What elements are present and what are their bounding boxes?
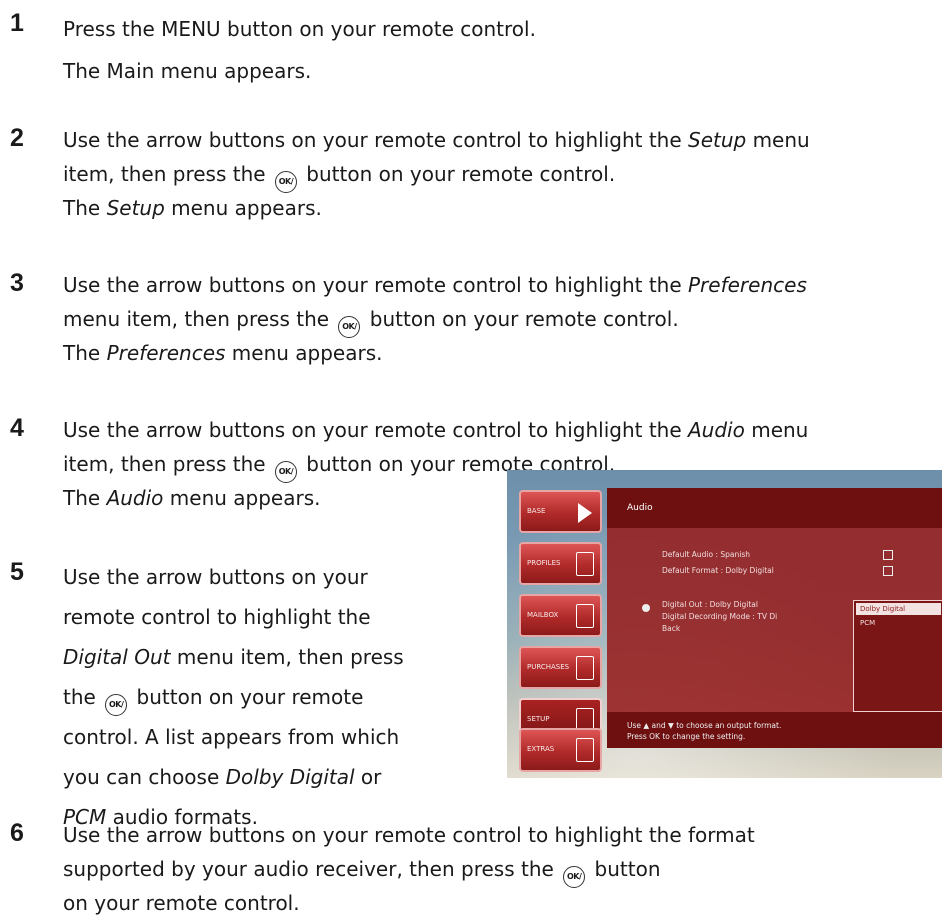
text-segment: Use the arrow buttons on your remote con… <box>63 418 688 442</box>
step-number: 3 <box>10 269 24 297</box>
menu-item-term: Setup <box>688 128 747 152</box>
step-number: 6 <box>10 819 24 847</box>
step-line: Digital Out menu item, then press <box>63 637 404 677</box>
text-segment: on your remote control. <box>63 891 300 915</box>
tv-option-decoding-mode: Digital Decording Mode : TV Di <box>662 612 778 621</box>
extras-icon <box>576 738 594 762</box>
step-line: Use the arrow buttons on your remote con… <box>63 413 808 447</box>
menu-item-term: Dolby Digital <box>225 765 355 789</box>
text-segment: Use the arrow buttons on your <box>63 565 368 589</box>
checkbox-icon <box>883 566 893 576</box>
text-segment: The <box>63 196 107 220</box>
tv-footer-line: Press OK to change the setting. <box>627 732 746 741</box>
selection-bullet-icon <box>642 604 650 612</box>
text-segment: supported by your audio receiver, then p… <box>63 857 561 881</box>
text-segment: button <box>588 857 661 881</box>
ok-button-icon: OK/ <box>563 866 586 888</box>
menu-item-term: Setup <box>106 196 165 220</box>
menu-item-term: Digital Out <box>63 645 171 669</box>
mailbox-icon <box>576 604 594 628</box>
step-number: 2 <box>10 124 24 152</box>
step-text: Use the arrow buttons on your remote cont… <box>63 557 404 837</box>
text-segment: menu item, then press the <box>63 307 336 331</box>
step-line: the OK/ button on your remote <box>63 677 404 717</box>
step-line: Press the MENU button on your remote con… <box>63 8 536 50</box>
tv-option-back: Back <box>662 624 681 633</box>
step-line: Use the arrow buttons on your remote con… <box>63 123 810 157</box>
text-segment: Use the arrow buttons on your remote con… <box>63 128 688 152</box>
text-segment: The <box>63 486 107 510</box>
tv-tile-base: BASE <box>519 490 602 533</box>
menu-item-term: Audio <box>688 418 745 442</box>
tv-option-default-format: Default Format : Dolby Digital <box>662 566 774 575</box>
text-segment: you can choose <box>63 765 226 789</box>
text-segment: The <box>63 341 107 365</box>
step-text: Use the arrow buttons on your remote con… <box>63 268 807 370</box>
text-segment: Use the arrow buttons on your remote con… <box>63 273 688 297</box>
profile-icon <box>576 552 594 576</box>
step-line: control. A list appears from which <box>63 717 404 757</box>
text-segment: menu appears. <box>163 486 321 510</box>
step-line: The Preferences menu appears. <box>63 336 807 370</box>
step-line: remote control to highlight the <box>63 597 404 637</box>
tv-tile-mailbox: MAILBOX <box>519 594 602 637</box>
text-segment: button on your remote control. <box>363 307 679 331</box>
step-text: Use the arrow buttons on your remote con… <box>63 123 810 225</box>
step-line: Use the arrow buttons on your remote con… <box>63 818 755 852</box>
checkbox-icon <box>883 550 893 560</box>
ok-button-icon: OK/ <box>338 316 361 338</box>
step-number: 5 <box>10 558 24 586</box>
step-line: item, then press the OK/ button on your … <box>63 157 810 193</box>
menu-item-term: Preferences <box>106 341 226 365</box>
tv-format-dropdown: Dolby Digital PCM <box>853 600 942 712</box>
text-segment: button on your remote <box>130 685 364 709</box>
text-segment: remote control to highlight the <box>63 605 371 629</box>
ok-button-icon: OK/ <box>105 694 128 716</box>
purchases-icon <box>576 656 594 680</box>
tv-tile-profiles: PROFILES <box>519 542 602 585</box>
text-segment: menu item, then press <box>170 645 404 669</box>
tv-menu-screenshot: BASE PROFILES MAILBOX PURCHASES SETUP EX… <box>507 470 942 778</box>
text-segment: Press the MENU button on your remote con… <box>63 17 536 41</box>
tv-tile-purchases: PURCHASES <box>519 646 602 689</box>
step-line: menu item, then press the OK/ button on … <box>63 302 807 338</box>
text-segment: button on your remote control. <box>299 162 616 186</box>
step-line: Use the arrow buttons on your remote con… <box>63 268 807 302</box>
text-segment: menu <box>746 128 810 152</box>
step-line: The Setup menu appears. <box>63 191 810 225</box>
step-line: you can choose Dolby Digital or <box>63 757 404 797</box>
step-text: Use the arrow buttons on your remote con… <box>63 818 755 920</box>
ok-button-icon: OK/ <box>274 461 297 483</box>
tv-tile-extras: EXTRAS <box>519 728 602 772</box>
step-line: Use the arrow buttons on your <box>63 557 404 597</box>
tv-footer-hint: Use ▲ and ▼ to choose an output format. … <box>607 712 942 748</box>
step-line: supported by your audio receiver, then p… <box>63 852 755 888</box>
tv-footer-line: Use ▲ and ▼ to choose an output format. <box>627 721 782 730</box>
step-number: 1 <box>10 9 24 37</box>
text-segment: item, then press the <box>63 162 272 186</box>
text-segment: item, then press the <box>63 452 272 476</box>
step-number: 4 <box>10 414 24 442</box>
tv-option-digital-out: Digital Out : Dolby Digital <box>662 600 758 609</box>
text-segment: or <box>354 765 382 789</box>
menu-item-term: Audio <box>106 486 164 510</box>
menu-item-term: Preferences <box>688 273 807 297</box>
text-segment: The Main menu appears. <box>63 59 312 83</box>
text-segment: control. A list appears from which <box>63 725 400 749</box>
step-line: on your remote control. <box>63 886 755 920</box>
arrow-right-icon <box>578 503 592 523</box>
ok-button-icon: OK/ <box>274 171 297 193</box>
tv-menu-title: Audio <box>607 488 942 528</box>
tv-dropdown-pcm: PCM <box>860 619 876 627</box>
text-segment: the <box>63 685 103 709</box>
text-segment: menu <box>744 418 809 442</box>
text-segment: menu appears. <box>164 196 322 220</box>
text-segment: Use the arrow buttons on your remote con… <box>63 823 755 847</box>
text-segment: menu appears. <box>225 341 383 365</box>
step-text: Press the MENU button on your remote con… <box>63 8 536 92</box>
tv-option-default-audio: Default Audio : Spanish <box>662 550 751 559</box>
step-line: The Main menu appears. <box>63 50 536 92</box>
tv-audio-panel: Audio Default Audio : Spanish Default Fo… <box>607 488 942 748</box>
tv-dropdown-dolby: Dolby Digital <box>856 603 941 615</box>
